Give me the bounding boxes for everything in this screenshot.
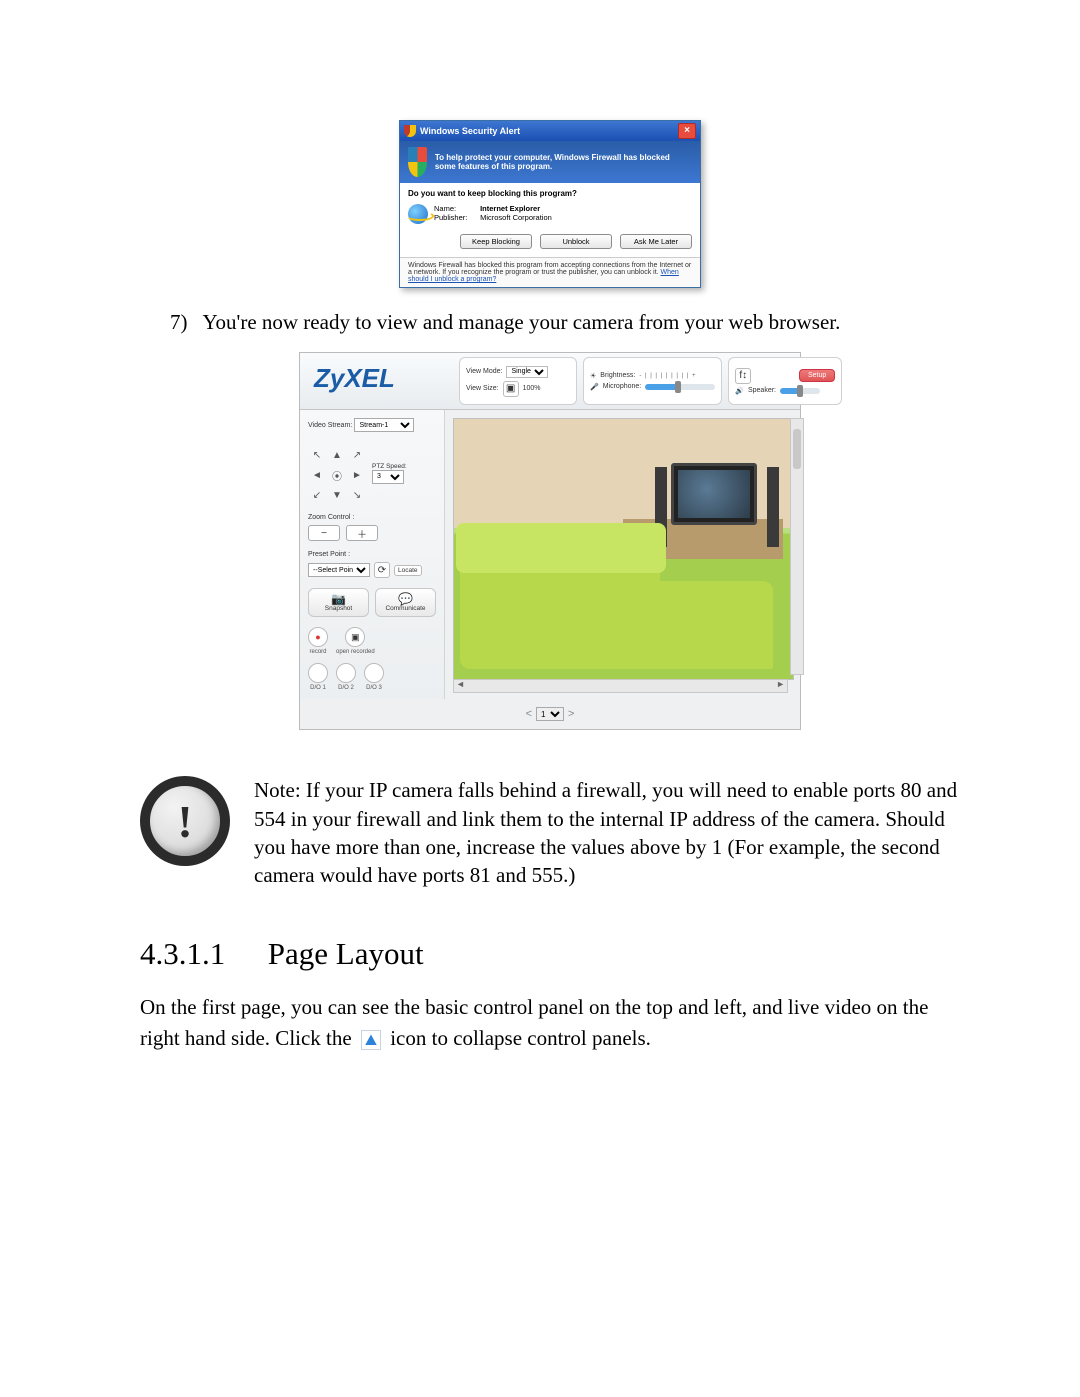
video-stream-label: Video Stream: <box>308 422 352 429</box>
page-layout-paragraph: On the first page, you can see the basic… <box>140 992 960 1055</box>
dio2-label: D/O 2 <box>338 685 354 691</box>
dialog-titlebar[interactable]: Windows Security Alert × <box>400 121 700 141</box>
close-icon[interactable]: × <box>678 123 696 139</box>
ptz-down-icon[interactable]: ▼ <box>328 486 346 504</box>
view-mode-select[interactable]: Single <box>506 366 548 378</box>
windows-security-alert-dialog: Windows Security Alert × To help protect… <box>399 120 701 288</box>
ptz-speed-select[interactable]: 3 <box>372 470 404 484</box>
ptz-pad[interactable]: ↖ ▲ ↗ ◄ ⦿ ► ↙ ▼ ↘ <box>308 446 366 504</box>
view-size-value: 100% <box>523 385 541 392</box>
dialog-banner: To help protect your computer, Windows F… <box>400 141 700 183</box>
footer-text: Windows Firewall has blocked this progra… <box>408 262 691 276</box>
pager-select[interactable]: 1 <box>536 707 564 721</box>
section-number: 4.3.1.1 <box>140 936 260 972</box>
microphone-label: Microphone: <box>603 383 642 390</box>
camera-sidebar: Video Stream: Stream-1 ↖ ▲ ↗ ◄ ⦿ ► ↙ ▼ <box>300 410 445 699</box>
open-recorded-button[interactable]: ▣ <box>345 627 365 647</box>
dio3-label: D/O 3 <box>366 685 382 691</box>
ottoman-shape <box>613 581 773 669</box>
ptz-home-icon[interactable]: ⦿ <box>328 466 346 484</box>
dio1-button[interactable] <box>308 663 328 683</box>
zoom-out-button[interactable]: − <box>308 525 340 541</box>
camera-pager: < 1 > <box>300 699 800 729</box>
preset-label: Preset Point : <box>308 551 436 558</box>
ptz-down-right-icon[interactable]: ↘ <box>348 486 366 504</box>
dialog-title: Windows Security Alert <box>420 126 520 136</box>
internet-explorer-icon <box>408 204 428 224</box>
program-publisher-label: Publisher: <box>434 213 478 222</box>
program-name-label: Name: <box>434 204 478 213</box>
shield-large-icon <box>408 147 427 177</box>
zoom-in-button[interactable]: ＋ <box>346 525 378 541</box>
microphone-slider[interactable] <box>645 384 715 390</box>
open-recorded-label: open recorded <box>336 649 375 655</box>
note-exclamation-icon: ! <box>140 776 230 866</box>
ptz-up-icon[interactable]: ▲ <box>328 446 346 464</box>
step-7-text: 7) You're now ready to view and manage y… <box>170 308 960 337</box>
tv-shape <box>671 463 757 525</box>
program-publisher-value: Microsoft Corporation <box>480 213 552 222</box>
step-number: 7) <box>170 310 188 334</box>
ptz-left-icon[interactable]: ◄ <box>308 466 326 484</box>
section-title: Page Layout <box>268 936 424 971</box>
dialog-question: Do you want to keep blocking this progra… <box>408 189 692 198</box>
shield-icon <box>404 125 416 137</box>
view-size-label: View Size: <box>466 385 499 392</box>
collapse-triangle-icon <box>361 1030 381 1050</box>
speech-icon: 💬 <box>398 593 413 605</box>
fit-icon[interactable]: ▣ <box>503 381 519 397</box>
para-after: icon to collapse control panels. <box>390 1026 651 1050</box>
microphone-icon: 🎤 <box>590 383 599 391</box>
brightness-ticks: - | | | | | | | | | + <box>639 373 696 379</box>
keep-blocking-button[interactable]: Keep Blocking <box>460 234 532 249</box>
speaker-right-shape <box>767 467 779 547</box>
ask-me-later-button[interactable]: Ask Me Later <box>620 234 692 249</box>
preset-select[interactable]: --Select Point-- <box>308 563 370 577</box>
setup-button[interactable]: Setup <box>799 369 835 382</box>
ptz-up-right-icon[interactable]: ↗ <box>348 446 366 464</box>
pager-next-icon[interactable]: > <box>568 708 574 720</box>
dio1-label: D/O 1 <box>310 685 326 691</box>
ptz-down-left-icon[interactable]: ↙ <box>308 486 326 504</box>
locate-button[interactable]: Locate <box>394 565 422 576</box>
camera-live-image[interactable] <box>453 418 794 680</box>
view-mode-label: View Mode: <box>466 368 502 375</box>
communicate-button[interactable]: 💬 Communicate <box>375 588 436 617</box>
pager-prev-icon[interactable]: < <box>526 708 532 720</box>
dio3-button[interactable] <box>364 663 384 683</box>
step-body: You're now ready to view and manage your… <box>202 310 840 334</box>
vertical-scrollbar[interactable] <box>790 418 804 675</box>
dio2-button[interactable] <box>336 663 356 683</box>
video-stream-select[interactable]: Stream-1 <box>354 418 414 432</box>
unblock-button[interactable]: Unblock <box>540 234 612 249</box>
zoom-label: Zoom Control : <box>308 514 436 521</box>
flip-icon[interactable]: f↕ <box>735 368 751 384</box>
speaker-slider[interactable] <box>780 388 820 394</box>
dialog-footer: Windows Firewall has blocked this progra… <box>400 257 700 287</box>
program-name-value: Internet Explorer <box>480 204 540 213</box>
record-label: record <box>309 649 326 655</box>
snapshot-button[interactable]: 📷 Snapshot <box>308 588 369 617</box>
speaker-icon: 🔊 <box>735 387 744 395</box>
ptz-up-left-icon[interactable]: ↖ <box>308 446 326 464</box>
camera-web-ui: ZyXEL View Mode: Single View Size: ▣ 100… <box>299 352 801 730</box>
brightness-icon: ☀ <box>590 372 596 380</box>
banner-text: To help protect your computer, Windows F… <box>435 153 692 171</box>
ptz-right-icon[interactable]: ► <box>348 466 366 484</box>
record-button[interactable]: ● <box>308 627 328 647</box>
brightness-label: Brightness: <box>600 372 635 379</box>
section-heading: 4.3.1.1 Page Layout <box>140 936 960 972</box>
camera-view-pane <box>445 410 800 699</box>
horizontal-scrollbar[interactable] <box>453 679 788 693</box>
note-text: Note: If your IP camera falls behind a f… <box>254 776 960 889</box>
zyxel-logo: ZyXEL <box>300 353 453 409</box>
ptz-speed-label: PTZ Speed: <box>372 463 407 470</box>
speaker-label: Speaker: <box>748 387 776 394</box>
camera-icon: 📷 <box>331 593 346 605</box>
refresh-icon[interactable]: ⟳ <box>374 562 390 578</box>
